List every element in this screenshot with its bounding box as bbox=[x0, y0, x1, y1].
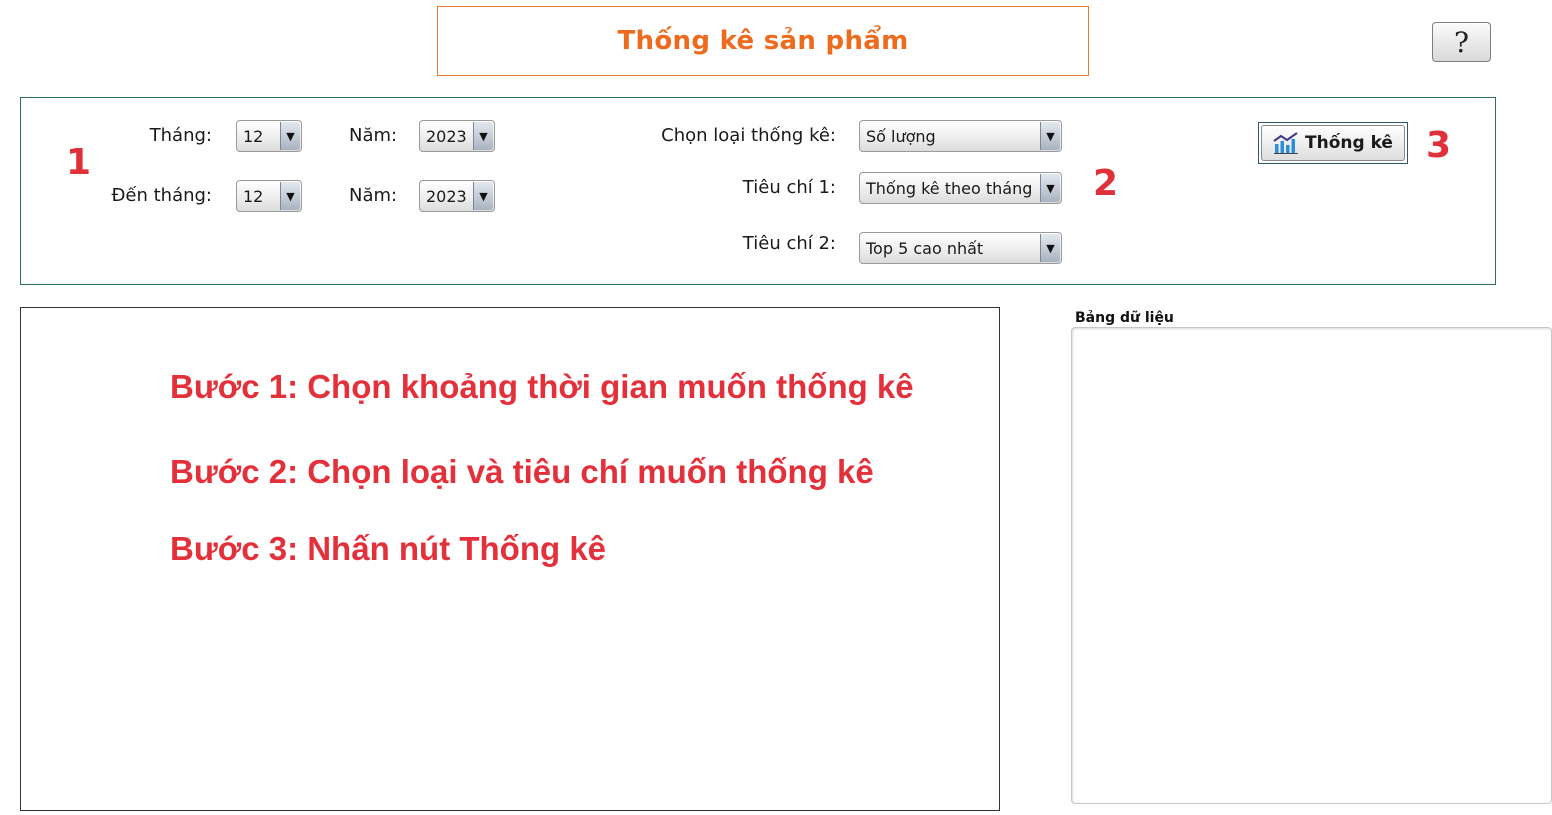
criteria2-label: Tiêu chí 2: bbox=[742, 233, 836, 254]
dropdown-arrow-icon: ▼ bbox=[473, 122, 493, 150]
dropdown-arrow-icon: ▼ bbox=[473, 182, 493, 210]
bar-chart-icon bbox=[1273, 132, 1299, 154]
to-month-select[interactable]: 12 ▼ bbox=[236, 180, 302, 212]
dropdown-arrow-icon: ▼ bbox=[1040, 174, 1060, 202]
to-year-select[interactable]: 2023 ▼ bbox=[419, 180, 495, 212]
to-year-value: 2023 bbox=[426, 187, 467, 206]
from-month-value: 12 bbox=[243, 127, 264, 146]
criteria2-value: Top 5 cao nhất bbox=[866, 239, 984, 258]
criteria1-select[interactable]: Thống kê theo tháng ▼ bbox=[859, 172, 1062, 204]
step-1-annotation: 1 bbox=[66, 142, 92, 183]
to-month-label: Đến tháng: bbox=[111, 185, 212, 206]
from-year-select[interactable]: 2023 ▼ bbox=[419, 120, 495, 152]
dropdown-arrow-icon: ▼ bbox=[1040, 122, 1060, 150]
stat-type-select[interactable]: Số lượng ▼ bbox=[859, 120, 1062, 152]
title-box: Thống kê sản phẩm bbox=[437, 6, 1089, 76]
stat-type-label: Chọn loại thống kê: bbox=[661, 125, 836, 146]
statistics-button[interactable]: Thống kê bbox=[1258, 122, 1408, 164]
criteria2-select[interactable]: Top 5 cao nhất ▼ bbox=[859, 232, 1062, 264]
step-3-annotation: 3 bbox=[1426, 125, 1452, 166]
stat-type-value: Số lượng bbox=[866, 127, 936, 146]
instruction-step-1: Bước 1: Chọn khoảng thời gian muốn thống… bbox=[170, 368, 914, 405]
data-table[interactable] bbox=[1071, 327, 1552, 804]
statistics-button-face: Thống kê bbox=[1261, 125, 1405, 161]
dropdown-arrow-icon: ▼ bbox=[1040, 234, 1060, 262]
data-table-title: Bảng dữ liệu bbox=[1075, 310, 1174, 326]
from-year-value: 2023 bbox=[426, 127, 467, 146]
from-year-label: Năm: bbox=[349, 125, 398, 146]
dropdown-arrow-icon: ▼ bbox=[280, 182, 300, 210]
instruction-step-2: Bước 2: Chọn loại và tiêu chí muốn thống… bbox=[170, 453, 874, 490]
help-icon: ? bbox=[1453, 25, 1469, 59]
from-month-label: Tháng: bbox=[149, 125, 212, 146]
criteria1-value: Thống kê theo tháng bbox=[866, 179, 1033, 198]
to-year-label: Năm: bbox=[349, 185, 398, 206]
step-2-annotation: 2 bbox=[1093, 163, 1119, 204]
help-button[interactable]: ? bbox=[1432, 22, 1491, 62]
to-month-value: 12 bbox=[243, 187, 264, 206]
instruction-step-3: Bước 3: Nhấn nút Thống kê bbox=[170, 530, 607, 567]
statistics-button-label: Thống kê bbox=[1305, 133, 1393, 153]
criteria1-label: Tiêu chí 1: bbox=[742, 177, 836, 198]
dropdown-arrow-icon: ▼ bbox=[280, 122, 300, 150]
from-month-select[interactable]: 12 ▼ bbox=[236, 120, 302, 152]
page-title: Thống kê sản phẩm bbox=[617, 26, 909, 56]
